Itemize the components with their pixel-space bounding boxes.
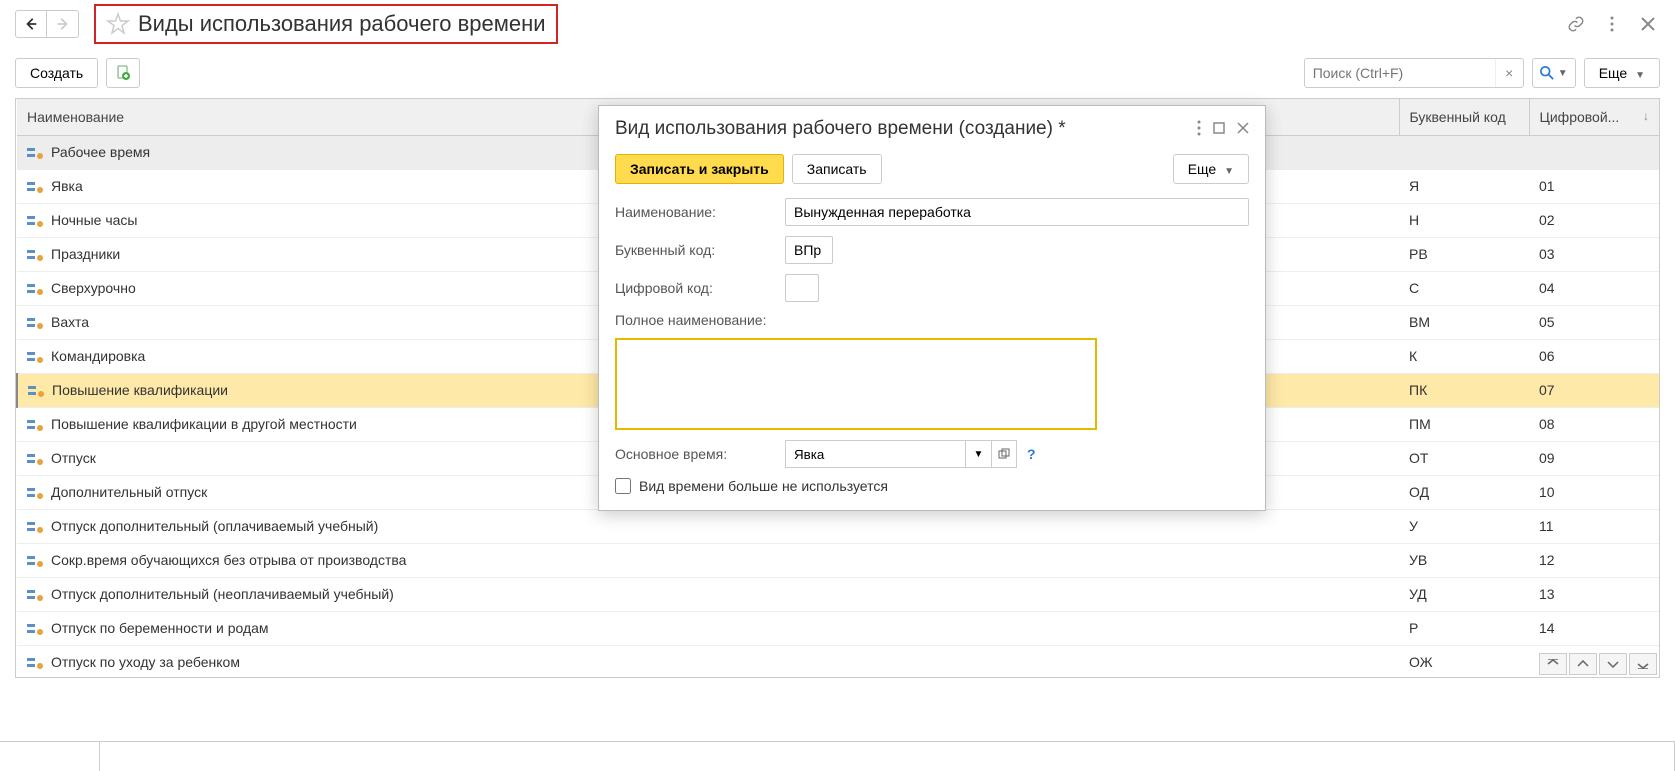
- item-icon: [27, 486, 43, 500]
- create-button[interactable]: Создать: [15, 58, 98, 88]
- label-fullname: Полное наименование:: [615, 312, 785, 328]
- arrow-left-icon: [24, 17, 38, 31]
- item-icon: [27, 146, 43, 160]
- dialog-close-icon[interactable]: [1237, 121, 1249, 137]
- save-close-button[interactable]: Записать и закрыть: [615, 154, 784, 184]
- table-row[interactable]: Сокр.время обучающихся без отрыва от про…: [17, 543, 1659, 577]
- scroll-bottom-button[interactable]: [1629, 653, 1657, 675]
- input-number[interactable]: [785, 274, 819, 302]
- chevron-down-icon: ▼: [1635, 70, 1645, 81]
- dialog-maximize-icon[interactable]: [1213, 121, 1225, 137]
- page-title: Виды использования рабочего времени: [138, 11, 546, 37]
- item-icon: [27, 418, 43, 432]
- scroll-down-button[interactable]: [1599, 653, 1627, 675]
- kebab-icon-svg: [1610, 16, 1614, 32]
- scroll-top-button[interactable]: [1539, 653, 1567, 675]
- link-icon-svg: [1567, 15, 1585, 33]
- dialog-kebab-icon[interactable]: [1197, 120, 1201, 139]
- sort-indicator-icon: ↓: [1643, 109, 1649, 123]
- item-icon: [27, 554, 43, 568]
- basetime-dropdown-button[interactable]: ▼: [965, 440, 991, 468]
- item-icon: [27, 180, 43, 194]
- back-button[interactable]: [15, 10, 47, 38]
- item-icon: [27, 622, 43, 636]
- copy-sheet-icon: [115, 65, 131, 81]
- label-number: Цифровой код:: [615, 280, 785, 296]
- magnifier-icon: [1540, 66, 1554, 80]
- table-row[interactable]: Отпуск по беременности и родамР14: [17, 611, 1659, 645]
- table-row[interactable]: Отпуск дополнительный (оплачиваемый учеб…: [17, 509, 1659, 543]
- col-header-letter[interactable]: Буквенный код: [1399, 99, 1529, 135]
- chevron-down-icon: ▼: [1558, 68, 1568, 79]
- chevron-down-icon: ▼: [1224, 166, 1234, 177]
- dialog-title: Вид использования рабочего времени (созд…: [615, 118, 1066, 140]
- status-bar: [0, 741, 1675, 771]
- col-header-number-label: Цифровой...: [1540, 109, 1620, 125]
- create-copy-button[interactable]: [106, 58, 140, 88]
- scroll-up-button[interactable]: [1569, 653, 1597, 675]
- item-icon: [27, 316, 43, 330]
- item-icon: [27, 350, 43, 364]
- basetime-open-button[interactable]: [991, 440, 1017, 468]
- item-icon: [27, 452, 43, 466]
- star-icon[interactable]: [106, 12, 130, 36]
- link-icon[interactable]: [1564, 12, 1588, 36]
- table-row[interactable]: Отпуск по уходу за ребенкомОЖ15: [17, 645, 1659, 678]
- save-button[interactable]: Записать: [792, 154, 882, 184]
- dialog-more-button[interactable]: Еще ▼: [1173, 154, 1249, 184]
- item-icon: [28, 384, 44, 398]
- close-icon-svg: [1641, 17, 1655, 31]
- dialog-more-label: Еще: [1188, 161, 1217, 177]
- item-icon: [27, 214, 43, 228]
- search-input[interactable]: [1305, 65, 1495, 81]
- open-ref-icon: [998, 448, 1010, 460]
- create-dialog: Вид использования рабочего времени (созд…: [598, 105, 1266, 511]
- table-row[interactable]: Отпуск дополнительный (неоплачиваемый уч…: [17, 577, 1659, 611]
- forward-button[interactable]: [47, 10, 79, 38]
- search-clear-button[interactable]: ×: [1495, 59, 1523, 87]
- item-icon: [27, 520, 43, 534]
- item-icon: [27, 656, 43, 670]
- title-highlight: Виды использования рабочего времени: [94, 4, 558, 44]
- input-basetime[interactable]: [785, 440, 965, 468]
- label-not-used: Вид времени больше не используется: [639, 478, 888, 494]
- close-icon[interactable]: [1636, 12, 1660, 36]
- input-name[interactable]: [785, 198, 1249, 226]
- input-fullname[interactable]: [615, 338, 1097, 430]
- input-letter[interactable]: [785, 236, 833, 264]
- col-header-number[interactable]: Цифровой... ↓: [1529, 99, 1659, 135]
- arrow-right-icon: [56, 17, 70, 31]
- label-name: Наименование:: [615, 204, 785, 220]
- help-icon[interactable]: ?: [1027, 446, 1036, 462]
- item-icon: [27, 248, 43, 262]
- item-icon: [27, 282, 43, 296]
- kebab-icon[interactable]: [1600, 12, 1624, 36]
- search-button[interactable]: ▼: [1532, 58, 1576, 88]
- more-label: Еще: [1599, 65, 1628, 81]
- label-letter: Буквенный код:: [615, 242, 785, 258]
- item-icon: [27, 588, 43, 602]
- checkbox-not-used[interactable]: [615, 478, 631, 494]
- label-basetime: Основное время:: [615, 446, 785, 462]
- more-button[interactable]: Еще ▼: [1584, 58, 1660, 88]
